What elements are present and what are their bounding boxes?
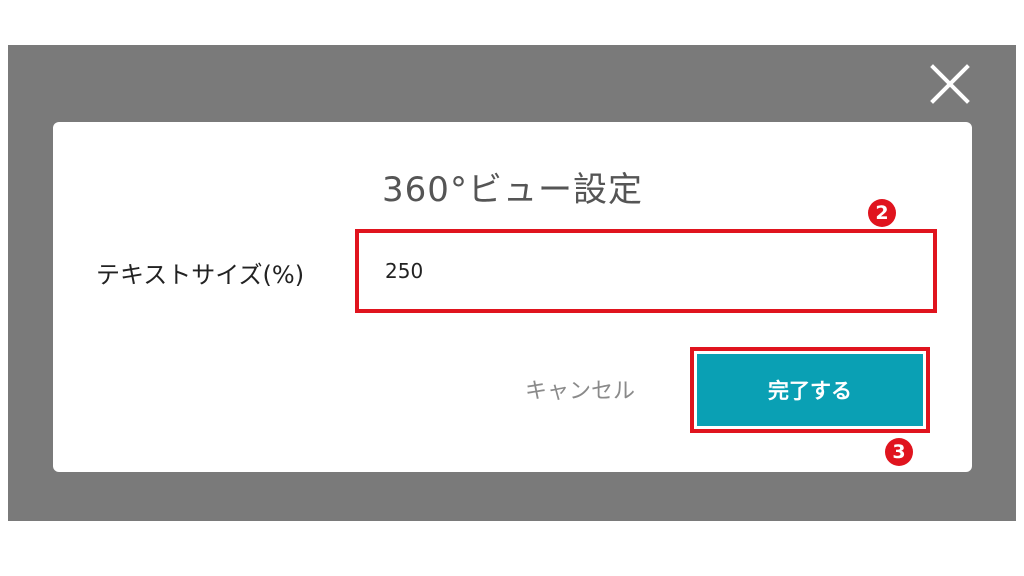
done-button[interactable]: 完了する: [697, 354, 923, 426]
step-marker-3: 3: [885, 438, 913, 466]
text-size-label: テキストサイズ(%): [96, 261, 305, 289]
text-size-field: [355, 229, 937, 313]
view-settings-dialog: 360°ビュー設定 テキストサイズ(%) キャンセル 完了する: [53, 122, 972, 472]
text-size-input[interactable]: [359, 233, 933, 309]
cancel-button[interactable]: キャンセル: [525, 373, 635, 405]
done-button-highlight: 完了する: [690, 347, 930, 433]
close-icon: [930, 64, 970, 104]
step-marker-2: 2: [868, 199, 896, 227]
dialog-title: 360°ビュー設定: [382, 170, 643, 210]
close-button[interactable]: [928, 62, 972, 106]
